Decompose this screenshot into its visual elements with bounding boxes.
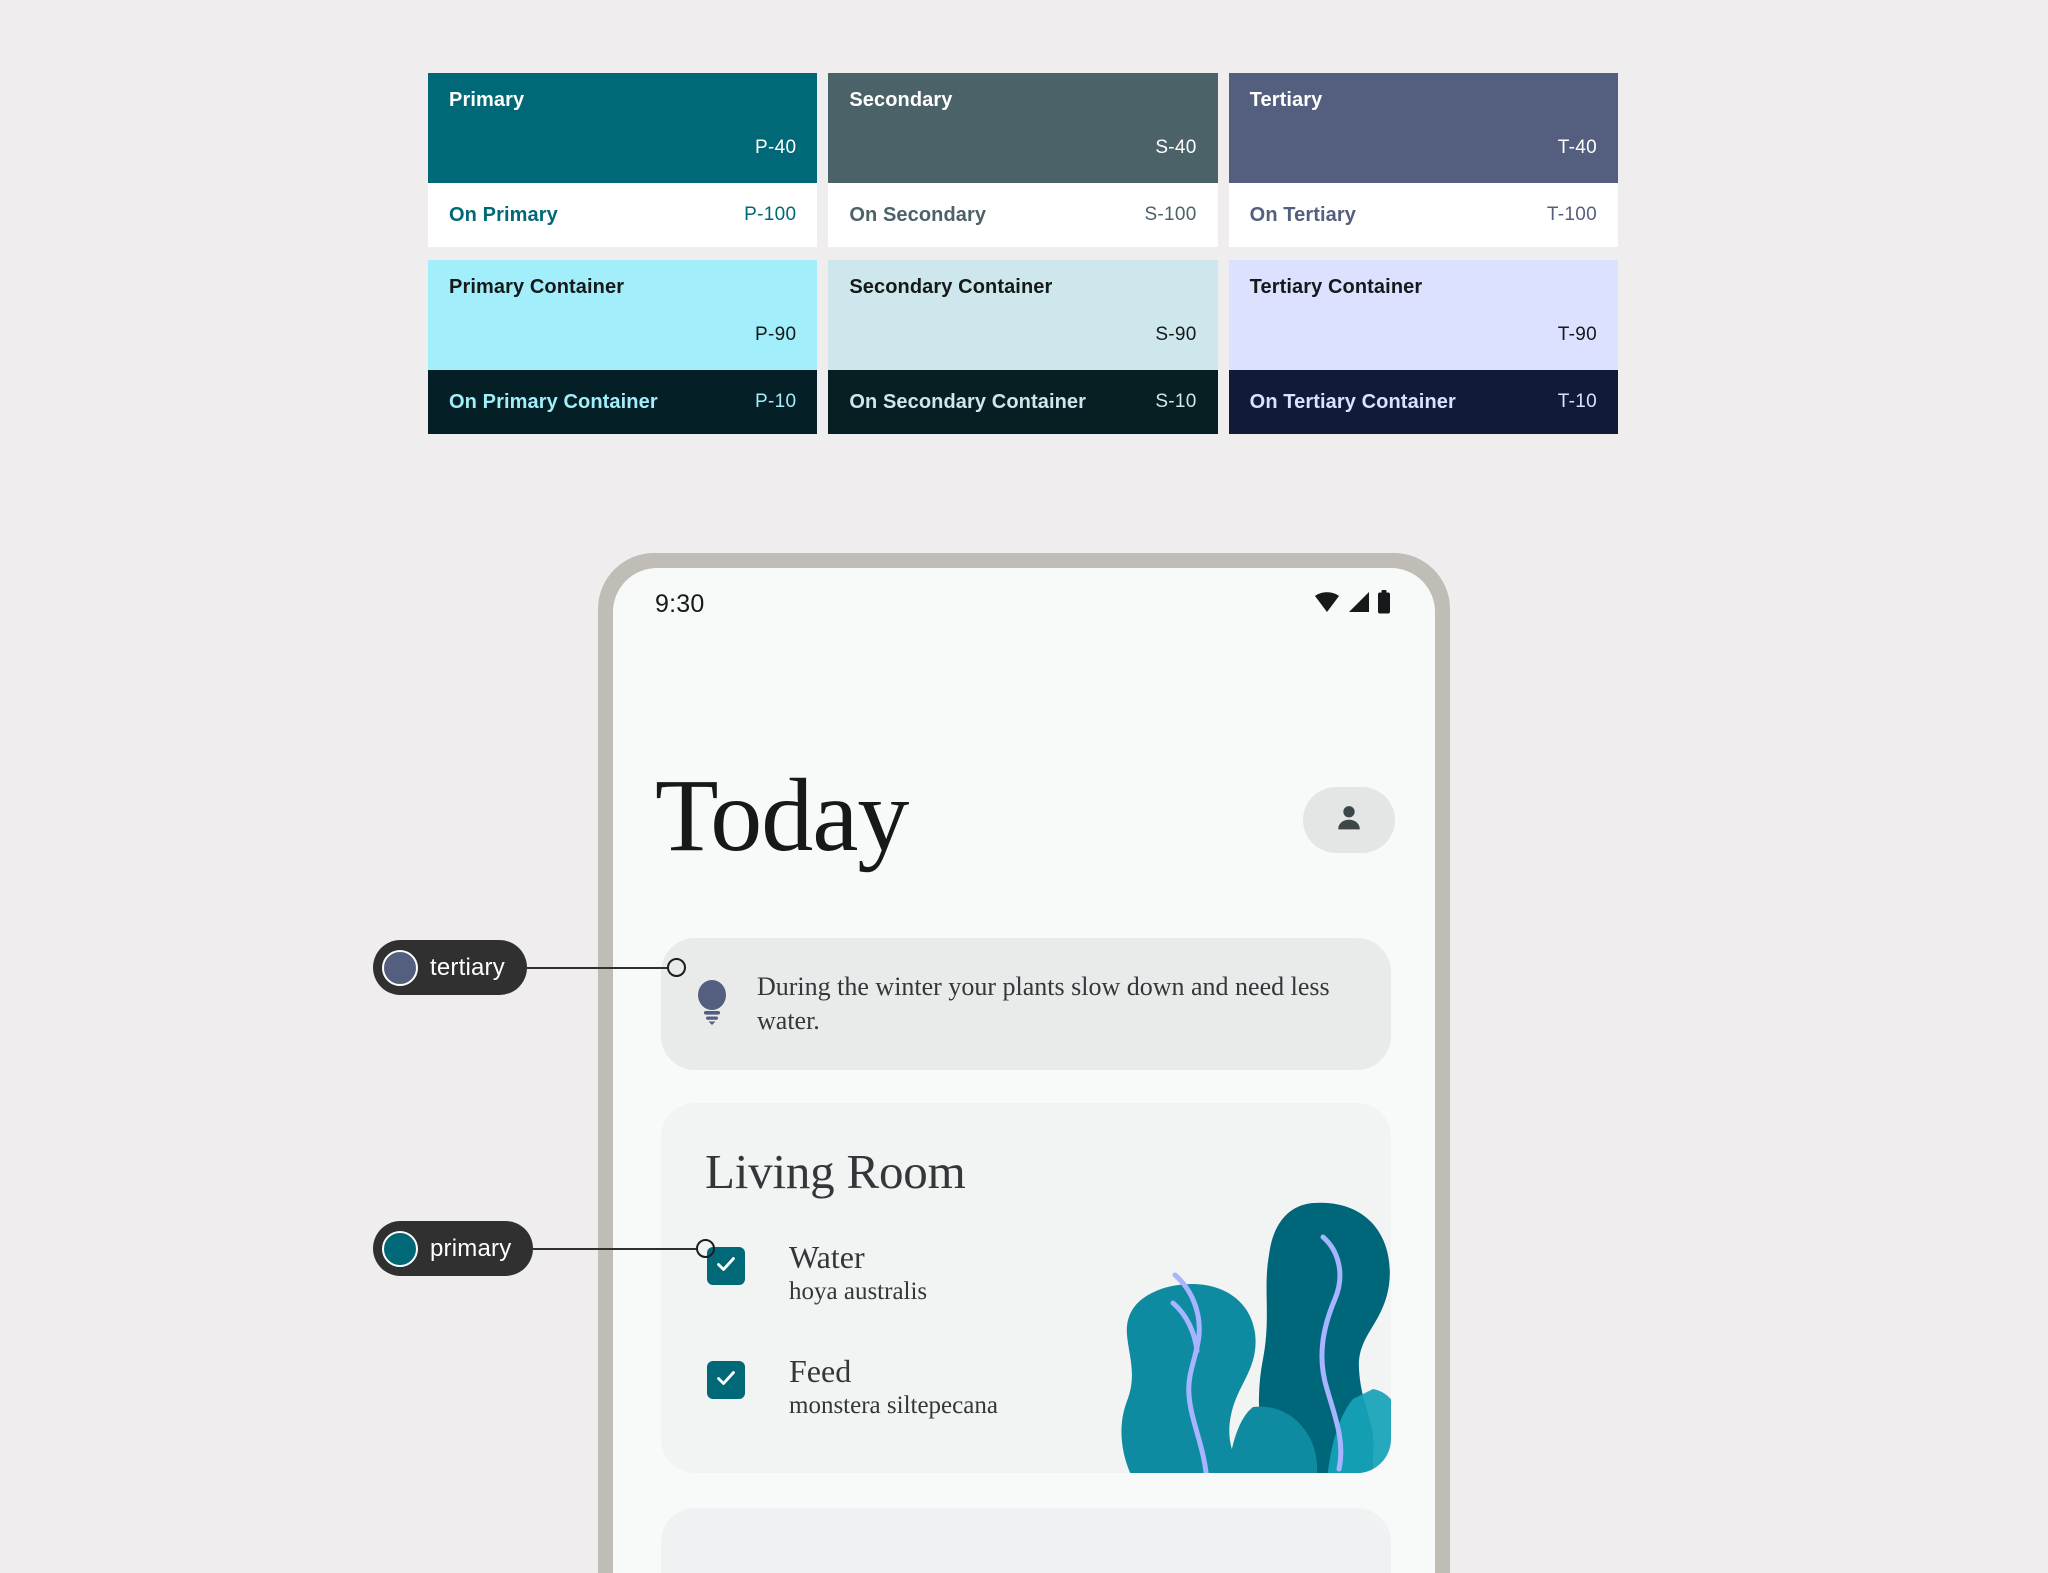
- swatch-token: T-10: [1557, 391, 1597, 412]
- swatch-token: P-90: [754, 324, 797, 345]
- palette-column-tertiary: Tertiary T-40 On Tertiary T-100 Tertiary…: [1228, 73, 1618, 434]
- annotation-chip[interactable]: tertiary: [373, 940, 527, 995]
- palette-pair-secondary: Secondary S-40 On Secondary S-100: [828, 73, 1218, 247]
- palette-pair-secondary-container: Secondary Container S-90 On Secondary Co…: [828, 260, 1218, 434]
- swatch-token: S-10: [1155, 391, 1197, 412]
- room-card-living-room: Living Room Water hoya australis Feed mo…: [661, 1103, 1391, 1473]
- swatch-label: On Primary Container: [449, 391, 658, 413]
- task-text-group: Water hoya australis: [789, 1239, 927, 1308]
- swatch-token: P-10: [754, 391, 797, 412]
- swatch-token: S-100: [1144, 204, 1197, 225]
- annotation-label: primary: [430, 1234, 512, 1262]
- swatch-secondary-container[interactable]: Secondary Container S-90: [828, 260, 1218, 370]
- swatch-token: P-100: [744, 204, 797, 225]
- swatch-token: T-40: [1557, 137, 1597, 158]
- task-species: hoya australis: [789, 1277, 928, 1305]
- swatch-label: On Secondary: [849, 204, 987, 226]
- annotation-label: tertiary: [430, 953, 505, 981]
- task-list: Water hoya australis Feed monstera silte…: [707, 1239, 1391, 1468]
- swatch-label: Tertiary Container: [1249, 276, 1423, 298]
- check-icon: [714, 1252, 738, 1281]
- swatch-label: On Primary: [449, 204, 558, 226]
- palette-pair-primary-container: Primary Container P-90 On Primary Contai…: [428, 260, 818, 434]
- swatch-token: P-40: [754, 137, 797, 158]
- tip-text: During the winter your plants slow down …: [757, 971, 1330, 1035]
- color-dot-icon: [382, 949, 418, 986]
- swatch-on-secondary[interactable]: On Secondary S-100: [828, 183, 1218, 247]
- swatch-on-tertiary[interactable]: On Tertiary T-100: [1228, 183, 1618, 247]
- swatch-token: S-90: [1155, 324, 1197, 345]
- task-row[interactable]: Feed monstera siltepecana: [707, 1353, 1391, 1422]
- status-bar: 9:30: [613, 568, 1435, 640]
- swatch-on-primary-container[interactable]: On Primary Container P-10: [428, 370, 818, 434]
- swatch-label: Primary: [449, 89, 525, 111]
- swatch-label: On Tertiary Container: [1249, 391, 1456, 413]
- swatch-tertiary[interactable]: Tertiary T-40: [1228, 73, 1618, 183]
- swatch-token: T-90: [1557, 324, 1597, 345]
- phone-mockup-frame: 9:30 Today During the winter your plants…: [598, 553, 1450, 1573]
- swatch-on-tertiary-container[interactable]: On Tertiary Container T-10: [1228, 370, 1618, 434]
- status-time: 9:30: [655, 589, 705, 618]
- lightbulb-icon: [695, 979, 729, 1030]
- swatch-on-secondary-container[interactable]: On Secondary Container S-10: [828, 370, 1218, 434]
- annotation-chip[interactable]: primary: [373, 1221, 534, 1276]
- battery-icon: [1377, 589, 1391, 619]
- swatch-label: On Secondary Container: [849, 391, 1087, 413]
- task-row[interactable]: Water hoya australis: [707, 1239, 1391, 1308]
- annotation-target-ring: [666, 958, 686, 977]
- page-header: Today: [613, 758, 1435, 873]
- color-dot-icon: [382, 1230, 418, 1267]
- swatch-secondary[interactable]: Secondary S-40: [828, 73, 1218, 183]
- task-species: monstera siltepecana: [789, 1392, 998, 1420]
- winter-tip-card[interactable]: During the winter your plants slow down …: [661, 938, 1391, 1070]
- cellular-signal-icon: [1347, 591, 1370, 618]
- swatch-primary[interactable]: Primary P-40: [428, 73, 818, 183]
- annotation-primary: primary: [373, 1221, 716, 1276]
- color-palette-grid: Primary P-40 On Primary P-100 Primary Co…: [428, 73, 1618, 434]
- palette-pair-tertiary-container: Tertiary Container T-90 On Tertiary Cont…: [1228, 260, 1618, 434]
- swatch-label: Secondary: [849, 89, 953, 111]
- task-text-group: Feed monstera siltepecana: [789, 1353, 998, 1422]
- page-title: Today: [655, 758, 909, 873]
- swatch-token: T-100: [1546, 204, 1597, 225]
- wifi-icon: [1314, 591, 1340, 618]
- annotation-leader-line: [526, 966, 669, 969]
- check-icon: [714, 1366, 738, 1395]
- swatch-on-primary[interactable]: On Primary P-100: [428, 183, 818, 247]
- swatch-label: Primary Container: [449, 276, 625, 298]
- palette-column-primary: Primary P-40 On Primary P-100 Primary Co…: [428, 73, 818, 434]
- task-checkbox[interactable]: [707, 1361, 745, 1400]
- task-name: Feed: [789, 1353, 852, 1390]
- status-icon-group: [1314, 589, 1391, 619]
- phone-screen: 9:30 Today During the winter your plants…: [613, 568, 1435, 1573]
- swatch-token: S-40: [1155, 137, 1197, 158]
- swatch-primary-container[interactable]: Primary Container P-90: [428, 260, 818, 370]
- task-name: Water: [789, 1239, 865, 1275]
- swatch-label: Tertiary: [1249, 89, 1323, 111]
- annotation-target-ring: [696, 1239, 716, 1258]
- palette-column-secondary: Secondary S-40 On Secondary S-100 Second…: [828, 73, 1218, 434]
- annotation-leader-line: [533, 1247, 699, 1250]
- annotation-tertiary: tertiary: [373, 940, 686, 995]
- person-icon: [1332, 801, 1366, 840]
- palette-pair-tertiary: Tertiary T-40 On Tertiary T-100: [1228, 73, 1618, 247]
- swatch-tertiary-container[interactable]: Tertiary Container T-90: [1228, 260, 1618, 370]
- room-title: Living Room: [705, 1144, 966, 1199]
- swatch-label: On Tertiary: [1249, 204, 1356, 226]
- account-avatar-button[interactable]: [1303, 787, 1395, 853]
- swatch-label: Secondary Container: [849, 276, 1053, 298]
- palette-pair-primary: Primary P-40 On Primary P-100: [428, 73, 818, 247]
